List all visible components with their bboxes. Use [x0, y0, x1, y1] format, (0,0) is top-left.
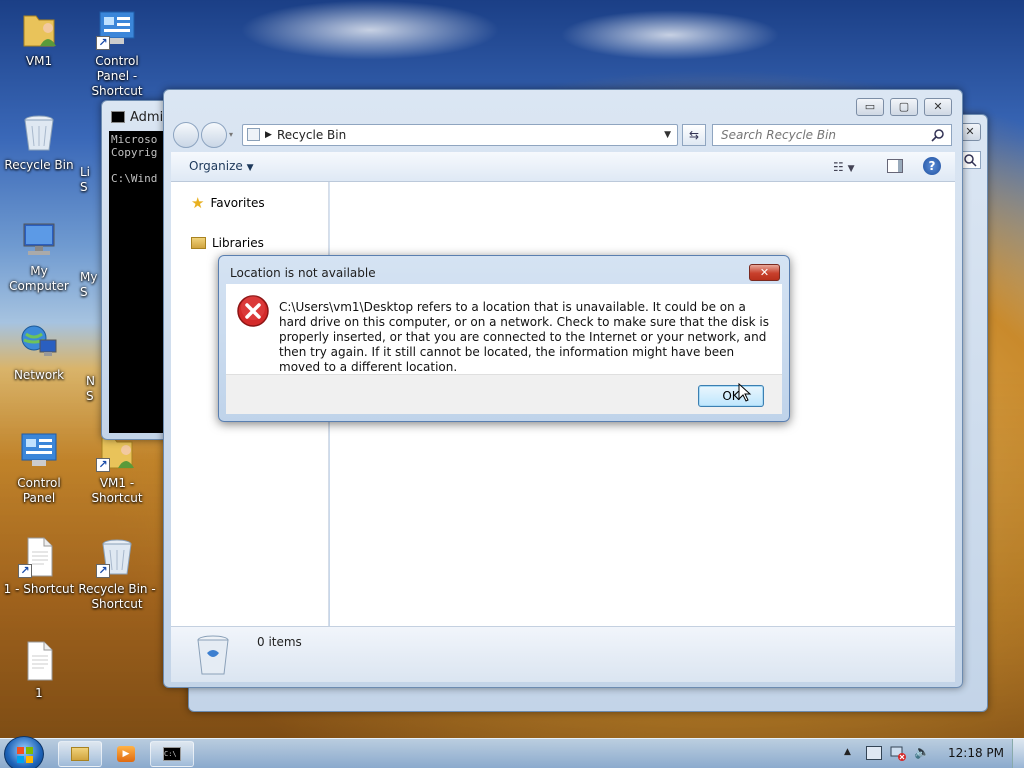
nav-item-favorites[interactable]: ★ Favorites	[191, 194, 265, 212]
recycle-bin-icon	[18, 112, 60, 154]
start-orb-icon[interactable]	[4, 736, 44, 768]
refresh-icon: ⇆	[688, 128, 700, 142]
chevron-down-icon: ▼	[847, 164, 855, 174]
maximize-button[interactable]: ▢	[890, 98, 918, 116]
desktop-icon-1-shortcut[interactable]: ↗ 1 - Shortcut	[0, 536, 78, 597]
back-button[interactable]	[173, 122, 199, 148]
breadcrumb-arrow-icon[interactable]: ▶	[265, 125, 272, 145]
address-dropdown-icon[interactable]: ▼	[664, 125, 671, 145]
desktop-icon-label: 1 - Shortcut	[3, 582, 75, 596]
sky-cloud	[240, 0, 500, 60]
partial-icon-label: NS	[86, 374, 95, 403]
command-bar: Organize ▼ ☷ ▼ ?	[171, 152, 955, 182]
shortcut-arrow-icon: ↗	[96, 564, 110, 578]
error-message: C:\Users\vm1\Desktop refers to a locatio…	[279, 300, 769, 374]
explorer-icon	[71, 747, 89, 761]
preview-pane-icon[interactable]	[887, 159, 903, 173]
address-text: Recycle Bin	[277, 128, 347, 142]
search-icon	[931, 128, 945, 148]
shortcut-arrow-icon: ↗	[96, 36, 110, 50]
item-count: 0 items	[257, 635, 302, 649]
user-folder-icon	[18, 8, 60, 50]
dialog-title: Location is not available	[230, 266, 376, 280]
forward-button[interactable]	[201, 122, 227, 148]
ok-button[interactable]: OK	[698, 385, 764, 407]
computer-icon	[18, 218, 60, 260]
dialog-close-button[interactable]: ✕	[749, 264, 780, 281]
desktop-icon-1[interactable]: 1	[0, 640, 78, 701]
desktop-icon-recycle-bin-shortcut[interactable]: ↗ Recycle Bin - Shortcut	[78, 536, 156, 612]
close-button[interactable]: ✕	[924, 98, 952, 116]
address-bar[interactable]: ▶ Recycle Bin ▼	[242, 124, 678, 146]
show-hidden-icons-icon[interactable]: ▲	[844, 747, 851, 757]
volume-icon[interactable]: 🔈	[914, 745, 930, 760]
desktop-icon-label: VM1 - Shortcut	[91, 476, 143, 505]
sky-cloud	[560, 10, 780, 60]
desktop-icon-control-panel-shortcut[interactable]: ↗ Control Panel - Shortcut	[78, 8, 156, 99]
taskbar-media-player-button[interactable]: ▶	[104, 741, 148, 767]
document-icon	[18, 640, 60, 682]
cmd-icon	[111, 111, 125, 123]
desktop-icon-control-panel[interactable]: Control Panel	[0, 430, 78, 506]
close-icon: ✕	[759, 266, 770, 279]
taskbar-explorer-button[interactable]	[58, 741, 102, 767]
error-dialog[interactable]: Location is not available ✕ C:\Users\vm1…	[218, 255, 790, 422]
dialog-body: C:\Users\vm1\Desktop refers to a locatio…	[226, 284, 782, 374]
nav-item-label: Libraries	[212, 236, 264, 250]
desktop-icon-label: My Computer	[9, 264, 69, 293]
nav-item-libraries[interactable]: Libraries	[191, 236, 264, 250]
control-panel-icon: ↗	[96, 8, 138, 50]
desktop-icon-recycle-bin[interactable]: Recycle Bin	[0, 112, 78, 173]
desktop-icon-vm1[interactable]: VM1	[0, 8, 78, 69]
recycle-bin-icon	[247, 128, 260, 141]
recycle-bin-icon: ↗	[96, 536, 138, 578]
action-center-icon[interactable]	[866, 746, 882, 760]
nav-item-label: Favorites	[210, 196, 265, 210]
search-input[interactable]	[721, 128, 921, 142]
shortcut-arrow-icon: ↗	[96, 458, 110, 472]
taskbar-cmd-button[interactable]: C:\	[150, 741, 194, 767]
network-icon	[18, 322, 60, 364]
view-options-icon: ☷	[833, 160, 844, 174]
error-icon	[236, 294, 270, 331]
partial-icon-label: Li S	[80, 165, 91, 194]
minimize-button[interactable]: ▭	[856, 98, 884, 116]
control-panel-icon	[18, 430, 60, 472]
desktop-icon-label: Recycle Bin - Shortcut	[78, 582, 156, 611]
desktop-icon-my-computer[interactable]: My Computer	[0, 218, 78, 294]
chevron-down-icon: ▼	[246, 163, 254, 173]
desktop-icon-label: VM1	[25, 54, 53, 68]
change-view-button[interactable]: ☷ ▼	[833, 160, 855, 174]
search-box[interactable]	[712, 124, 952, 146]
details-pane: 0 items	[171, 626, 955, 682]
desktop-icon-vm1-shortcut[interactable]: ↗ VM1 - Shortcut	[78, 430, 156, 506]
taskbar: ▶ C:\ ▲ 🔈 12:18 PM	[0, 736, 1024, 768]
cmd-icon: C:\	[163, 747, 181, 761]
show-desktop-button[interactable]	[1012, 739, 1024, 768]
clock[interactable]: 12:18 PM	[948, 746, 1004, 760]
desktop-icon-label: Control Panel - Shortcut	[91, 54, 143, 98]
star-icon: ★	[191, 194, 205, 212]
dialog-footer: OK	[226, 374, 782, 414]
refresh-button[interactable]: ⇆	[682, 124, 706, 146]
libraries-icon	[191, 237, 206, 249]
desktop-icon-label: Recycle Bin	[4, 158, 74, 172]
desktop-icon-network[interactable]: Network	[0, 322, 78, 383]
desktop-icon-label: 1	[35, 686, 43, 700]
network-status-icon[interactable]	[890, 745, 906, 761]
mouse-cursor-icon	[738, 382, 752, 406]
organize-menu[interactable]: Organize ▼	[189, 159, 254, 173]
document-icon: ↗	[18, 536, 60, 578]
organize-label: Organize	[189, 159, 243, 173]
desktop-icon-label: Network	[13, 368, 65, 382]
desktop-icon-label: Control Panel	[17, 476, 61, 505]
help-icon[interactable]: ?	[923, 157, 941, 175]
partial-icon-label: My S	[80, 270, 98, 299]
media-player-icon: ▶	[117, 746, 135, 762]
shortcut-arrow-icon: ↗	[18, 564, 32, 578]
recycle-bin-icon	[195, 633, 231, 680]
recent-pages-chevron-icon[interactable]: ▾	[229, 130, 233, 139]
